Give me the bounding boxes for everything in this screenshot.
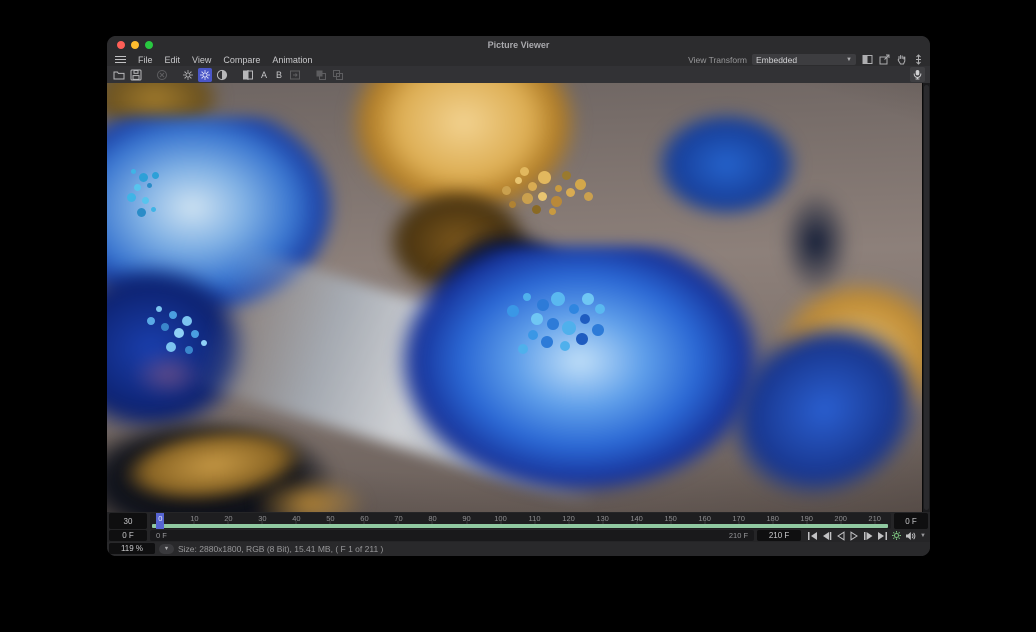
image-viewport[interactable]: [107, 83, 930, 512]
ruler-tick-90: 90: [462, 514, 470, 523]
transport-options-dropdown[interactable]: ▼: [920, 533, 926, 539]
ruler-tick-20: 20: [224, 514, 232, 523]
ruler-tick-160: 160: [698, 514, 711, 523]
open-folder-icon[interactable]: [112, 68, 126, 82]
ruler-tick-170: 170: [732, 514, 745, 523]
goto-end-button[interactable]: [876, 530, 888, 541]
ruler-tick-200: 200: [834, 514, 847, 523]
ruler-tick-70: 70: [394, 514, 402, 523]
play-forward-button[interactable]: [848, 530, 860, 541]
display-settings-gear-icon[interactable]: [198, 68, 212, 82]
delete-icon: [155, 68, 169, 82]
preview-range-slider[interactable]: 0 F 210 F: [150, 530, 754, 541]
close-button[interactable]: [117, 41, 125, 49]
play-backward-button[interactable]: [834, 530, 846, 541]
scrollbar-thumb[interactable]: [924, 85, 929, 510]
swap-ab-icon: [314, 68, 328, 82]
ruler-tick-190: 190: [800, 514, 813, 523]
menu-animation[interactable]: Animation: [266, 55, 318, 65]
view-transform-dropdown[interactable]: Embedded ▼: [752, 54, 856, 65]
ruler-tick-140: 140: [630, 514, 643, 523]
vertical-scrollbar[interactable]: [922, 83, 930, 512]
save-icon[interactable]: [129, 68, 143, 82]
range-start-label: 0 F: [156, 531, 167, 540]
range-row: 0 F 0 F 210 F 210 F: [107, 529, 930, 542]
ruler-tick-40: 40: [292, 514, 300, 523]
menu-bar: File Edit View Compare Animation View Tr…: [107, 53, 930, 66]
status-bar: 119 % ▼ Size: 2880x1800, RGB (8 Bit), 15…: [107, 542, 930, 556]
image-info-text: Size: 2880x1800, RGB (8 Bit), 15.41 MB, …: [178, 544, 383, 554]
hand-pan-icon[interactable]: [895, 54, 907, 66]
framerate-field[interactable]: 30: [109, 513, 147, 529]
contrast-icon[interactable]: [215, 68, 229, 82]
ruler-tick-130: 130: [596, 514, 609, 523]
hamburger-menu-icon[interactable]: [115, 56, 126, 63]
ruler-tick-0: 0: [158, 514, 162, 523]
ruler-tick-80: 80: [428, 514, 436, 523]
window-title: Picture Viewer: [107, 40, 930, 50]
view-transform-label: View Transform: [688, 55, 747, 65]
ruler-tick-100: 100: [494, 514, 507, 523]
cached-frames-bar: [152, 524, 888, 528]
previous-frame-button[interactable]: [820, 530, 832, 541]
ruler-tick-10: 10: [190, 514, 198, 523]
settings-gear-icon[interactable]: [181, 68, 195, 82]
range-end-label: 210 F: [729, 531, 748, 540]
ab-compare-icon[interactable]: [241, 68, 255, 82]
ruler-tick-50: 50: [326, 514, 334, 523]
loop-mode-icon[interactable]: [890, 530, 902, 541]
copy-channels-icon: [331, 68, 345, 82]
menu-file[interactable]: File: [132, 55, 159, 65]
detach-window-icon[interactable]: [878, 54, 890, 66]
chevron-down-icon: ▼: [846, 57, 852, 63]
current-frame-field[interactable]: 0 F: [109, 530, 147, 541]
menu-view[interactable]: View: [186, 55, 217, 65]
ruler-tick-110: 110: [529, 514, 541, 523]
ruler-tick-120: 120: [562, 514, 575, 523]
timeline-ruler[interactable]: 0 10 20 30 40 50 60 70 80 90 100 110 120 130 140 150 160…: [150, 513, 891, 529]
view-transform-value: Embedded: [756, 55, 797, 65]
ruler-tick-210: 210: [868, 514, 881, 523]
menu-compare[interactable]: Compare: [217, 55, 266, 65]
traffic-lights: [117, 41, 153, 49]
goto-start-button[interactable]: [806, 530, 818, 541]
transport-controls: ▼: [804, 530, 928, 541]
title-bar[interactable]: Picture Viewer: [107, 36, 930, 53]
ruler-tick-180: 180: [766, 514, 779, 523]
zoom-level-field[interactable]: 119 %: [109, 543, 155, 554]
split-view-icon[interactable]: [861, 54, 873, 66]
timeline-row: 30 0 10 20 30 40 50 60 70 80 90 100 110 120 130 140 150…: [107, 512, 930, 529]
ruler-tick-150: 150: [664, 514, 677, 523]
microphone-icon[interactable]: [910, 67, 925, 82]
rendered-image: [107, 83, 922, 512]
pin-icon[interactable]: [912, 54, 924, 66]
compare-b-button[interactable]: B: [273, 70, 285, 80]
next-frame-button[interactable]: [862, 530, 874, 541]
end-frame-field[interactable]: 210 F: [757, 530, 801, 541]
set-b-icon: [288, 68, 302, 82]
menu-edit[interactable]: Edit: [159, 55, 187, 65]
zoom-window-button[interactable]: [145, 41, 153, 49]
toolbar: A B: [107, 66, 930, 83]
compare-a-button[interactable]: A: [258, 70, 270, 80]
zoom-preset-dropdown[interactable]: ▼: [159, 544, 174, 554]
ruler-tick-60: 60: [360, 514, 368, 523]
cursor-frame-field[interactable]: 0 F: [894, 513, 928, 529]
minimize-button[interactable]: [131, 41, 139, 49]
ruler-tick-30: 30: [258, 514, 266, 523]
sound-icon[interactable]: [904, 530, 916, 541]
picture-viewer-window: Picture Viewer File Edit View Compare An…: [107, 36, 930, 556]
